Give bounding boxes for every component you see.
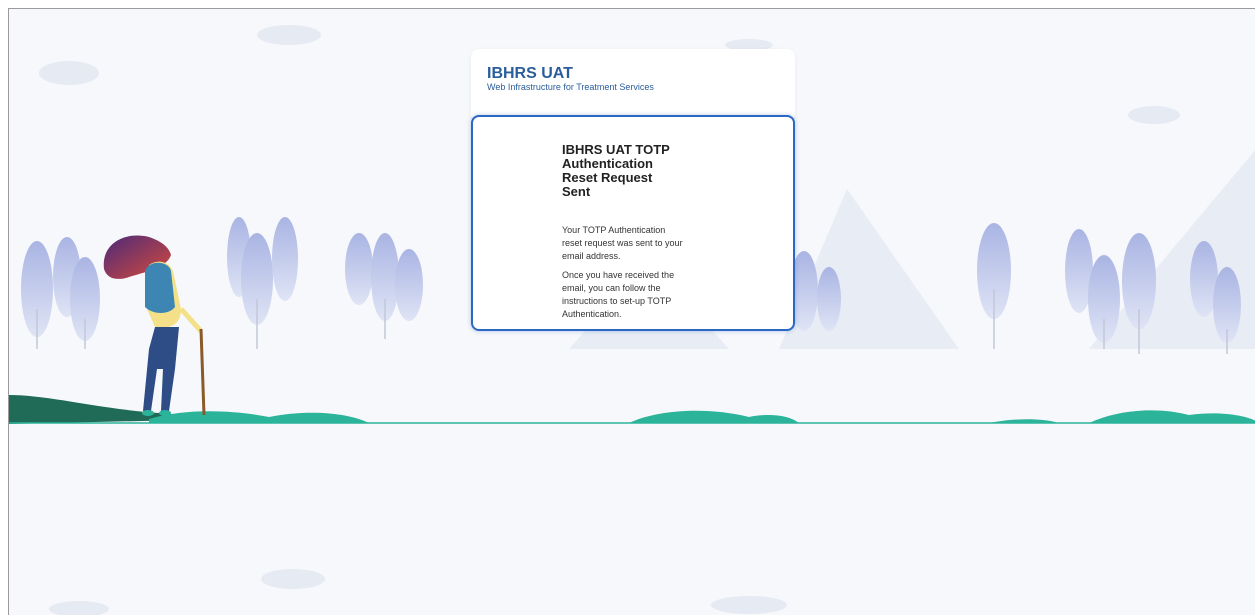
hiker-figure	[103, 235, 206, 416]
message-text-sent: Your TOTP Authentication reset request w…	[562, 225, 683, 261]
app-subtitle: Web Infrastructure for Treatment Service…	[487, 82, 654, 92]
app-title: IBHRS UAT	[487, 65, 573, 82]
message-card: IBHRS UAT TOTP Authentication Reset Requ…	[471, 115, 795, 331]
message-heading: IBHRS UAT TOTP Authentication Reset Requ…	[562, 142, 670, 199]
app-header-card: IBHRS UAT Web Infrastructure for Treatme…	[471, 49, 795, 117]
grass-icon	[9, 395, 1255, 424]
page-viewport: IBHRS UAT Web Infrastructure for Treatme…	[8, 8, 1255, 615]
message-text-instructions: Once you have received the email, you ca…	[562, 270, 675, 319]
